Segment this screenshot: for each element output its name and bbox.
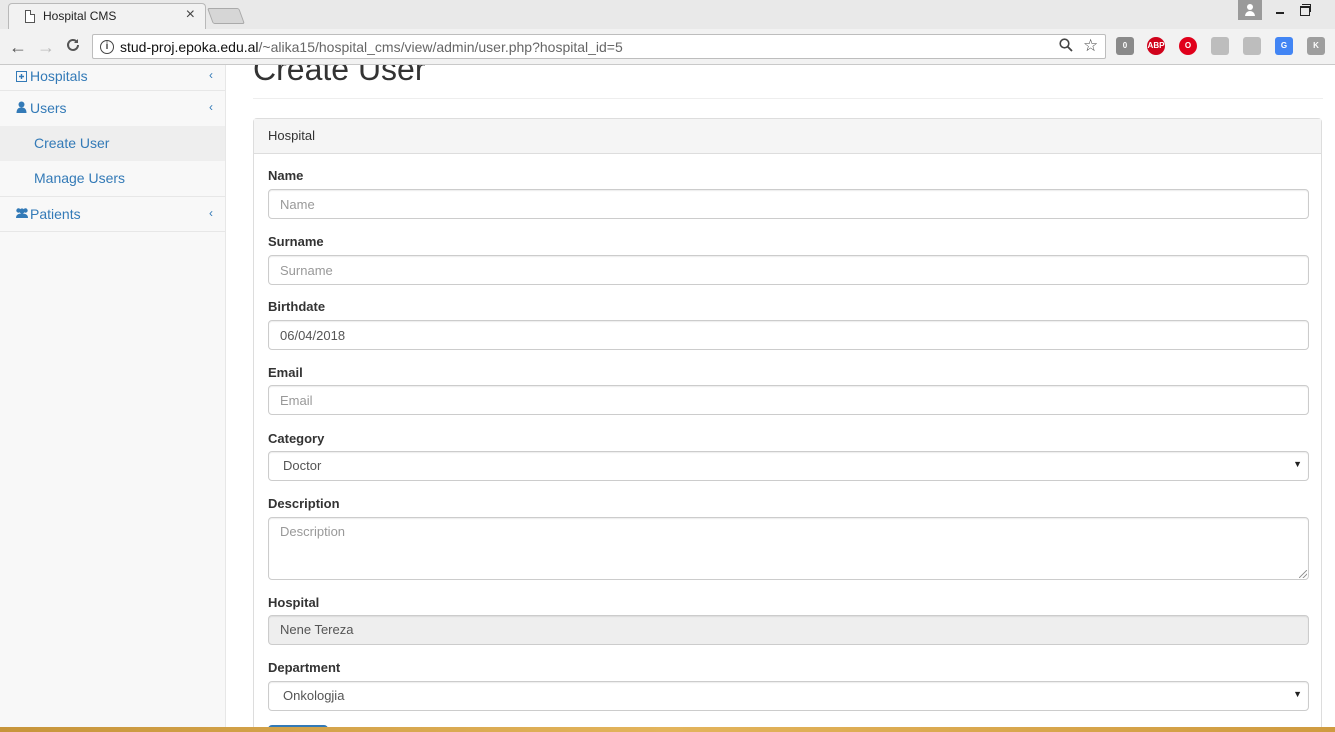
sidebar-item-patients[interactable]: Patients ‹ (0, 197, 225, 232)
forward-button[interactable]: → (36, 37, 56, 57)
hospital-value: Nene Tereza (280, 622, 354, 637)
tab-title: Hospital CMS (43, 9, 117, 23)
sidebar: Hospitals ‹ Users ‹ Create User Manage U… (0, 65, 226, 727)
email-label: Email (268, 365, 303, 380)
k-extension-icon[interactable]: K (1307, 37, 1325, 55)
translate-icon[interactable]: G (1275, 37, 1293, 55)
zoom-search-icon[interactable] (1059, 38, 1073, 56)
pdf-icon[interactable] (1243, 37, 1261, 55)
divider (253, 98, 1323, 99)
users-icon (15, 207, 29, 222)
dropdown-arrow-icon: ▼ (1293, 459, 1302, 469)
chevron-left-icon: ‹ (209, 68, 213, 82)
category-label: Category (268, 431, 325, 446)
description-textarea[interactable] (268, 517, 1309, 580)
taskbar-edge (0, 727, 1335, 732)
sidebar-item-users[interactable]: Users ‹ (0, 91, 225, 127)
page-title: Create User (253, 65, 426, 87)
name-label: Name (268, 168, 304, 183)
create-user-panel: Hospital Name Surname Birthdate Email Ca… (253, 118, 1322, 727)
description-label: Description (268, 496, 340, 511)
email-input[interactable] (268, 385, 1309, 415)
browser-tab-strip: Hospital CMS × (0, 0, 1335, 29)
hospital-field: Nene Tereza (268, 615, 1309, 645)
surname-input[interactable] (268, 255, 1309, 285)
reload-button[interactable] (63, 37, 83, 57)
browser-tab[interactable]: Hospital CMS × (8, 3, 206, 29)
birthdate-input[interactable] (268, 320, 1309, 350)
chevron-left-icon: ‹ (209, 100, 213, 114)
department-label: Department (268, 660, 341, 675)
hospital-icon (16, 70, 27, 85)
minimize-button[interactable] (1270, 0, 1290, 20)
resize-grip-icon[interactable] (1299, 570, 1307, 578)
name-input[interactable] (268, 189, 1309, 219)
panel-heading: Hospital (254, 119, 1321, 154)
reload-icon (67, 38, 79, 51)
extension-badge-icon[interactable]: 0 (1116, 37, 1134, 55)
opera-icon[interactable]: O (1179, 37, 1197, 55)
surname-label: Surname (268, 234, 324, 249)
new-tab-button[interactable] (207, 8, 245, 24)
user-icon (16, 101, 27, 116)
description-wrapper (268, 517, 1309, 580)
document-icon (25, 10, 35, 23)
hospital-label: Hospital (268, 595, 320, 610)
browser-toolbar: ← → i stud-proj.epoka.edu.al/~alika15/ho… (0, 29, 1335, 65)
pin-icon[interactable] (1211, 37, 1229, 55)
department-select[interactable]: Onkologjia ▼ (268, 681, 1309, 711)
address-bar[interactable]: i stud-proj.epoka.edu.al/~alika15/hospit… (92, 34, 1106, 59)
sidebar-item-hospitals[interactable]: Hospitals ‹ (0, 65, 225, 91)
category-selected-value: Doctor (283, 458, 322, 473)
url-text: stud-proj.epoka.edu.al/~alika15/hospital… (120, 39, 623, 55)
site-info-icon[interactable]: i (100, 40, 114, 54)
profile-icon[interactable] (1238, 0, 1262, 20)
sidebar-subitem-create-user[interactable]: Create User (34, 135, 109, 151)
panel-heading-text: Hospital (268, 128, 315, 143)
sidebar-subitem-manage-users[interactable]: Manage Users (34, 170, 125, 186)
chevron-left-icon: ‹ (209, 206, 213, 220)
tab-close-button[interactable]: × (186, 6, 195, 24)
bookmark-star-icon[interactable]: ☆ (1083, 36, 1098, 56)
back-button[interactable]: ← (8, 37, 28, 57)
department-selected-value: Onkologjia (283, 688, 345, 703)
category-select[interactable]: Doctor ▼ (268, 451, 1309, 481)
restore-button[interactable] (1294, 0, 1314, 20)
birthdate-label: Birthdate (268, 299, 326, 314)
dropdown-arrow-icon: ▼ (1293, 689, 1302, 699)
adblock-icon[interactable]: ABP (1147, 37, 1165, 55)
page: Hospitals ‹ Users ‹ Create User Manage U… (0, 65, 1335, 727)
